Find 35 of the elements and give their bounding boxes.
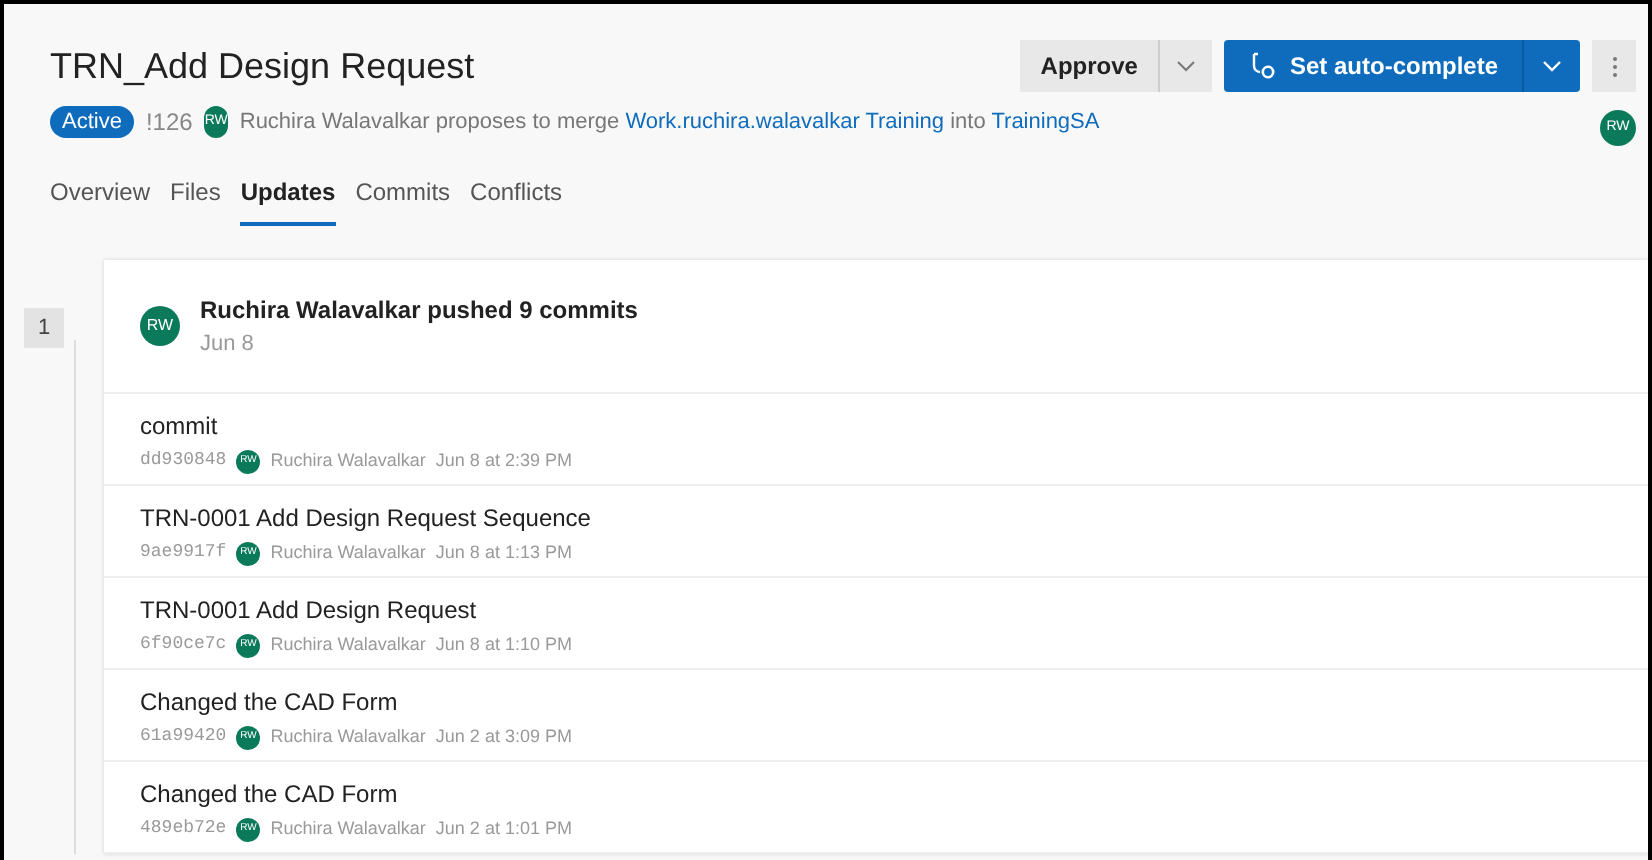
page-title: TRN_Add Design Request <box>50 44 477 90</box>
commit-author: Ruchira Walavalkar <box>270 816 426 842</box>
commit-time: Jun 8 at 1:10 PM <box>435 632 572 658</box>
commit-author: Ruchira Walavalkar <box>270 448 426 474</box>
commit-time: Jun 2 at 1:01 PM <box>435 816 572 842</box>
tab[interactable]: Files <box>170 174 221 226</box>
commit-message[interactable]: Changed the CAD Form <box>140 684 1648 720</box>
more-options-button[interactable] <box>1592 40 1636 92</box>
update-title: Ruchira Walavalkar pushed 9 commits <box>200 293 638 328</box>
update-date: Jun 8 <box>200 329 256 360</box>
chevron-down-icon <box>1175 60 1196 72</box>
commit-author: Ruchira Walavalkar <box>270 632 426 658</box>
tab[interactable]: Commits <box>355 174 451 226</box>
status-badge: Active <box>50 106 134 138</box>
tab[interactable]: Conflicts <box>470 174 563 226</box>
more-icon <box>1611 55 1617 77</box>
merge-settings-icon <box>1247 52 1276 80</box>
pull-request-id: !126 <box>145 106 193 140</box>
commit-author: Ruchira Walavalkar <box>270 724 426 750</box>
commit-author: Ruchira Walavalkar <box>270 540 426 566</box>
commit-time: Jun 8 at 2:39 PM <box>435 448 572 474</box>
merge-description: Ruchira Walavalkar proposes to merge Work.ruchira.walavalkar Training into TrainingSA <box>239 107 1100 138</box>
tab[interactable]: Overview <box>50 174 151 226</box>
commit-message[interactable]: TRN-0001 Add Design Request <box>140 592 1648 628</box>
update-number: 1 <box>24 308 64 348</box>
commit-time: Jun 2 at 3:09 PM <box>435 724 572 750</box>
tab[interactable]: Updates <box>240 174 336 226</box>
commit-message[interactable]: Changed the CAD Form <box>140 776 1648 812</box>
commit-message[interactable]: TRN-0001 Add Design Request Sequence <box>140 500 1648 536</box>
approve-button[interactable]: Approve <box>1020 40 1160 92</box>
approve-dropdown-button[interactable] <box>1159 40 1212 92</box>
commit-message[interactable]: commit <box>140 408 1648 444</box>
commit-time: Jun 8 at 1:13 PM <box>435 540 572 566</box>
avatar: RW <box>140 306 180 346</box>
chevron-down-icon <box>1542 60 1562 72</box>
